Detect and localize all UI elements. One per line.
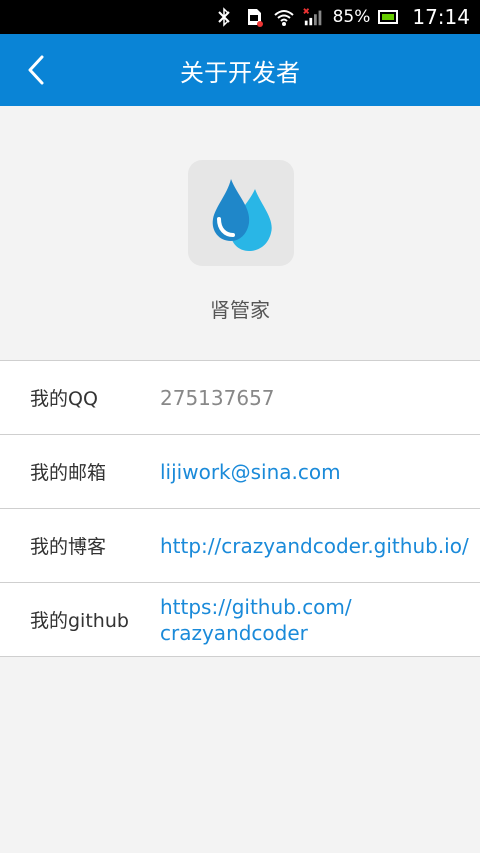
app-name: 肾管家	[210, 298, 270, 322]
info-row-blog: 我的博客 http://crazyandcoder.github.io/	[0, 509, 480, 583]
info-row-email: 我的邮箱 lijiwork@sina.com	[0, 435, 480, 509]
github-label: 我的github	[30, 610, 129, 632]
back-button[interactable]	[14, 48, 58, 92]
water-drop-icon	[212, 179, 272, 251]
clock: 17:14	[412, 5, 470, 29]
app-bar: 关于开发者	[0, 34, 480, 106]
email-label: 我的邮箱	[30, 462, 107, 484]
email-link[interactable]: lijiwork@sina.com	[160, 459, 341, 485]
app-logo	[188, 160, 294, 266]
battery-icon	[378, 6, 400, 28]
github-link-line2: crazyandcoder	[160, 620, 308, 645]
status-bar: 85% 17:14	[0, 0, 480, 34]
github-link[interactable]: https://github.com/ crazyandcoder	[160, 594, 460, 646]
qq-label: 我的QQ	[30, 388, 98, 410]
battery-percent: 85%	[332, 7, 371, 27]
blog-label: 我的博客	[30, 536, 107, 558]
sd-card-icon	[243, 6, 265, 28]
chevron-left-icon	[28, 55, 44, 85]
page-title: 关于开发者	[180, 58, 300, 87]
app-header: 肾管家	[0, 106, 480, 360]
wifi-icon	[273, 6, 295, 28]
qq-value: 275137657	[160, 385, 275, 410]
info-row-qq: 我的QQ 275137657	[0, 361, 480, 435]
info-row-github: 我的github https://github.com/ crazyandcod…	[0, 583, 480, 657]
developer-info-list: 我的QQ 275137657 我的邮箱 lijiwork@sina.com 我的…	[0, 360, 480, 657]
signal-icon	[302, 6, 325, 28]
bluetooth-off-icon	[213, 6, 235, 28]
blog-link[interactable]: http://crazyandcoder.github.io/	[160, 533, 469, 559]
github-link-line1: https://github.com/	[160, 594, 352, 619]
